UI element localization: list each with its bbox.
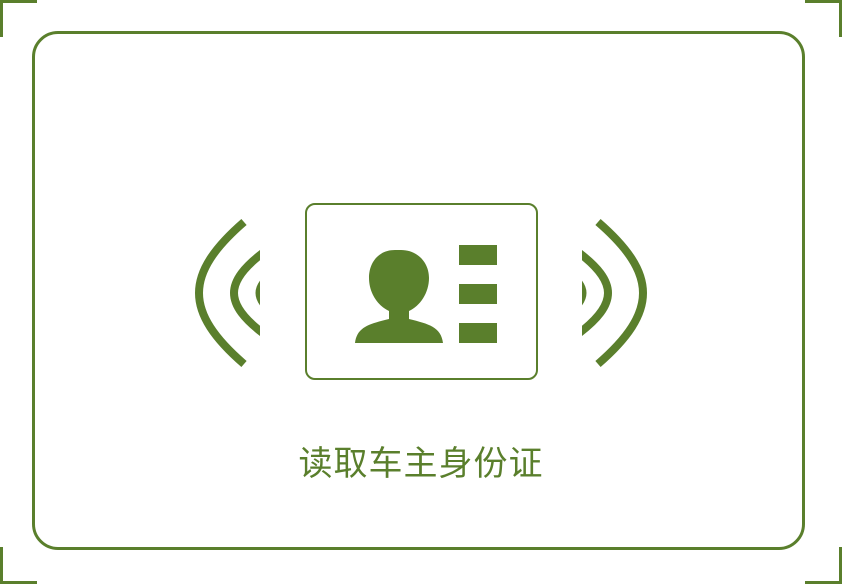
id-card-icon: [305, 203, 538, 380]
corner-marker-top-right: [805, 0, 842, 37]
card-reading-illustration: [190, 200, 652, 386]
nfc-wave-left-icon: [195, 218, 260, 368]
nfc-wave-right-icon: [582, 218, 647, 368]
info-lines-icon: [459, 245, 499, 343]
corner-marker-top-left: [0, 0, 37, 37]
read-id-card-instruction: 读取车主身份证: [298, 444, 544, 484]
person-icon: [355, 250, 443, 343]
corner-marker-bottom-left: [0, 547, 37, 584]
corner-marker-bottom-right: [805, 547, 842, 584]
